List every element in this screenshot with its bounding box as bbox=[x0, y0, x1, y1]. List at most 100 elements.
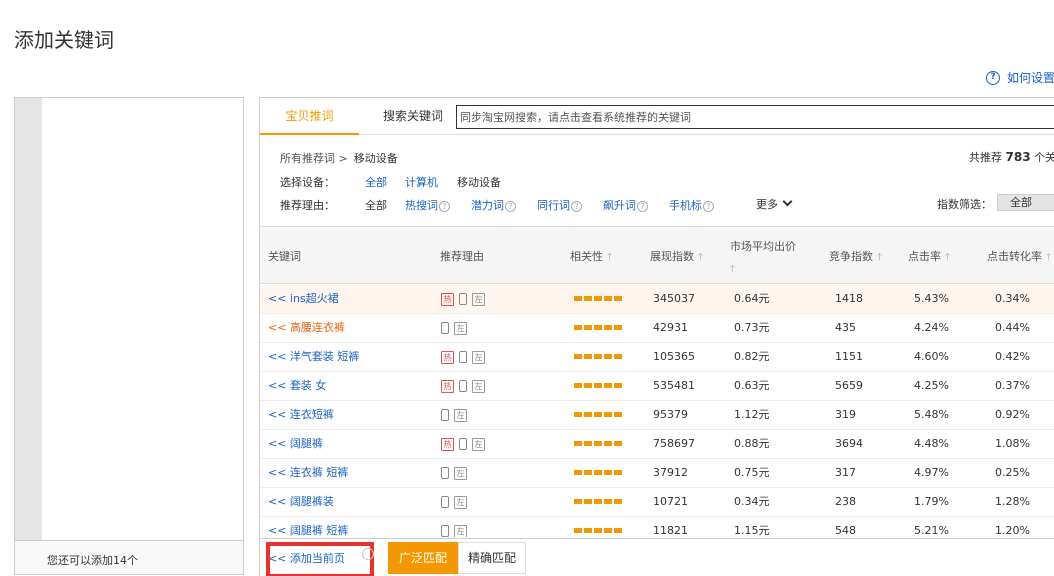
sync-search-input[interactable] bbox=[456, 105, 1054, 129]
left-badge-icon: 左 bbox=[472, 437, 485, 451]
ctr-cell: 5.48% bbox=[914, 408, 949, 421]
reason-option-mobile[interactable]: 手机标? bbox=[669, 197, 714, 213]
table-row[interactable]: << 阔腿裤热左 758697 0.88元 3694 4.48% 1.08% bbox=[260, 430, 1054, 459]
col-relevance[interactable]: 相关性 🡑 bbox=[570, 248, 612, 267]
mobile-icon bbox=[441, 525, 449, 537]
reason-option-peer[interactable]: 同行词? bbox=[537, 197, 582, 213]
impressions-cell: 535481 bbox=[653, 379, 695, 392]
relevance-bar bbox=[574, 354, 623, 359]
reason-option-all[interactable]: 全部 bbox=[365, 197, 387, 213]
relevance-bar bbox=[574, 499, 623, 504]
keyword-add-link[interactable]: << 高腰连衣裤 bbox=[268, 314, 345, 342]
col-avg-price[interactable]: 市场平均出价 🡑 bbox=[730, 238, 796, 279]
competition-cell: 319 bbox=[835, 408, 856, 421]
device-option-mobile[interactable]: 移动设备 bbox=[457, 174, 501, 190]
reason-option-potential[interactable]: 潜力词? bbox=[471, 197, 516, 213]
help-link[interactable]: ? 如何设置 bbox=[986, 69, 1054, 86]
tab-item-recommend[interactable]: 宝贝推词 bbox=[260, 98, 359, 135]
help-icon[interactable]: ? bbox=[703, 201, 714, 212]
cvr-cell: 0.34% bbox=[995, 292, 1030, 305]
keyword-add-link[interactable]: << 阔腿裤 短裤 bbox=[268, 517, 348, 537]
index-filter-select[interactable]: 全部 bbox=[997, 194, 1054, 211]
exact-match-button[interactable]: 精确匹配 bbox=[458, 542, 526, 574]
reason-filter-label: 推荐理由： bbox=[280, 199, 335, 212]
impressions-cell: 42931 bbox=[653, 321, 688, 334]
table-row[interactable]: << 连衣短裤 左 95379 1.12元 319 5.48% 0.92% bbox=[260, 401, 1054, 430]
cvr-cell: 0.25% bbox=[995, 466, 1030, 479]
device-filter-label: 选择设备： bbox=[280, 176, 335, 189]
keyword-add-link[interactable]: << 阔腿裤 bbox=[268, 430, 323, 458]
left-badge-icon: 左 bbox=[454, 466, 467, 480]
reason-badges: 左 bbox=[441, 488, 467, 516]
left-badge-icon: 左 bbox=[454, 321, 467, 335]
cvr-cell: 1.08% bbox=[995, 437, 1030, 450]
mobile-icon bbox=[459, 351, 467, 363]
relevance-bar bbox=[574, 296, 623, 301]
reason-badges: 左 bbox=[441, 517, 467, 537]
impressions-cell: 10721 bbox=[653, 495, 688, 508]
total-count-number: 783 bbox=[1005, 150, 1031, 164]
keyword-add-link[interactable]: << 套装 女 bbox=[268, 372, 326, 400]
relevance-bar bbox=[574, 412, 623, 417]
competition-cell: 1418 bbox=[835, 292, 863, 305]
table-row[interactable]: << 连衣裤 短裤 左 37912 0.75元 317 4.97% 0.25% bbox=[260, 459, 1054, 488]
selected-keywords-panel: 您还可以添加14个 bbox=[14, 97, 244, 575]
ctr-cell: 5.43% bbox=[914, 292, 949, 305]
keyword-add-link[interactable]: << ins超火裙 bbox=[268, 285, 339, 313]
hot-badge-icon: 热 bbox=[441, 350, 454, 364]
keyword-add-link[interactable]: << 连衣短裤 bbox=[268, 401, 334, 429]
table-row[interactable]: << 套装 女热左 535481 0.63元 5659 4.25% 0.37% bbox=[260, 372, 1054, 401]
help-icon[interactable]: ? bbox=[439, 201, 450, 212]
relevance-bar bbox=[574, 528, 623, 533]
device-option-all[interactable]: 全部 bbox=[365, 174, 387, 190]
price-cell: 0.34元 bbox=[734, 495, 770, 508]
table-body: << ins超火裙热左 345037 0.64元 1418 5.43% 0.34% << 高… bbox=[260, 285, 1054, 537]
bottom-bar: << 添加当前页 广泛匹配 精确匹配 bbox=[260, 538, 1054, 576]
ctr-cell: 4.25% bbox=[914, 379, 949, 392]
mobile-icon bbox=[459, 380, 467, 392]
table-row[interactable]: << 阔腿裤装 左 10721 0.34元 238 1.79% 1.28% bbox=[260, 488, 1054, 517]
help-icon[interactable]: ? bbox=[571, 201, 582, 212]
remaining-count-text: 您还可以添加14个 bbox=[47, 554, 138, 567]
broad-match-button[interactable]: 广泛匹配 bbox=[388, 542, 458, 574]
impressions-cell: 345037 bbox=[653, 292, 695, 305]
sort-up-icon: 🡑 bbox=[730, 264, 736, 275]
reason-option-rising[interactable]: 飙升词? bbox=[603, 197, 648, 213]
table-row[interactable]: << 阔腿裤 短裤 左 11821 1.15元 548 5.21% 1.20% bbox=[260, 517, 1054, 537]
highlight-box bbox=[266, 542, 374, 576]
cvr-cell: 0.92% bbox=[995, 408, 1030, 421]
mobile-icon bbox=[459, 438, 467, 450]
more-reasons-button[interactable]: 更多 bbox=[756, 196, 793, 212]
cvr-cell: 1.20% bbox=[995, 524, 1030, 537]
mobile-icon bbox=[441, 467, 449, 479]
help-icon[interactable]: ? bbox=[637, 201, 648, 212]
col-ctr[interactable]: 点击率 🡑 bbox=[908, 248, 950, 267]
keyword-add-link[interactable]: << 阔腿裤装 bbox=[268, 488, 334, 516]
price-cell: 0.75元 bbox=[734, 466, 770, 479]
tab-search-keyword[interactable]: 搜索关键词 bbox=[368, 98, 458, 135]
reason-option-hot[interactable]: 热搜词? bbox=[405, 197, 450, 213]
keyword-add-link[interactable]: << 洋气套装 短裤 bbox=[268, 343, 359, 371]
col-impressions[interactable]: 展现指数 🡑 bbox=[650, 248, 703, 267]
reason-badges: 热左 bbox=[441, 430, 485, 458]
device-option-pc[interactable]: 计算机 bbox=[405, 174, 438, 190]
help-icon[interactable]: ? bbox=[505, 201, 516, 212]
help-icon[interactable] bbox=[362, 548, 374, 560]
reason-badges: 左 bbox=[441, 459, 467, 487]
col-cvr[interactable]: 点击转化率 🡑 bbox=[987, 248, 1051, 267]
breadcrumb-root[interactable]: 所有推荐词 > bbox=[280, 152, 348, 165]
table-row[interactable]: << 高腰连衣裤 左 42931 0.73元 435 4.24% 0.44% bbox=[260, 314, 1054, 343]
table-row[interactable]: << 洋气套装 短裤热左 105365 0.82元 1151 4.60% 0.42% bbox=[260, 343, 1054, 372]
total-count: 共推荐 783 个关 bbox=[969, 150, 1054, 164]
mobile-icon bbox=[441, 409, 449, 421]
sort-up-icon: 🡑 bbox=[945, 252, 951, 263]
left-badge-icon: 左 bbox=[472, 292, 485, 306]
keyword-add-link[interactable]: << 连衣裤 短裤 bbox=[268, 459, 348, 487]
reason-badges: 左 bbox=[441, 401, 467, 429]
competition-cell: 5659 bbox=[835, 379, 863, 392]
mobile-icon bbox=[441, 322, 449, 334]
table-row[interactable]: << ins超火裙热左 345037 0.64元 1418 5.43% 0.34% bbox=[260, 285, 1054, 314]
index-filter-label: 指数筛选： bbox=[937, 198, 992, 211]
col-competition[interactable]: 竞争指数 🡑 bbox=[829, 248, 882, 267]
mobile-icon bbox=[459, 293, 467, 305]
